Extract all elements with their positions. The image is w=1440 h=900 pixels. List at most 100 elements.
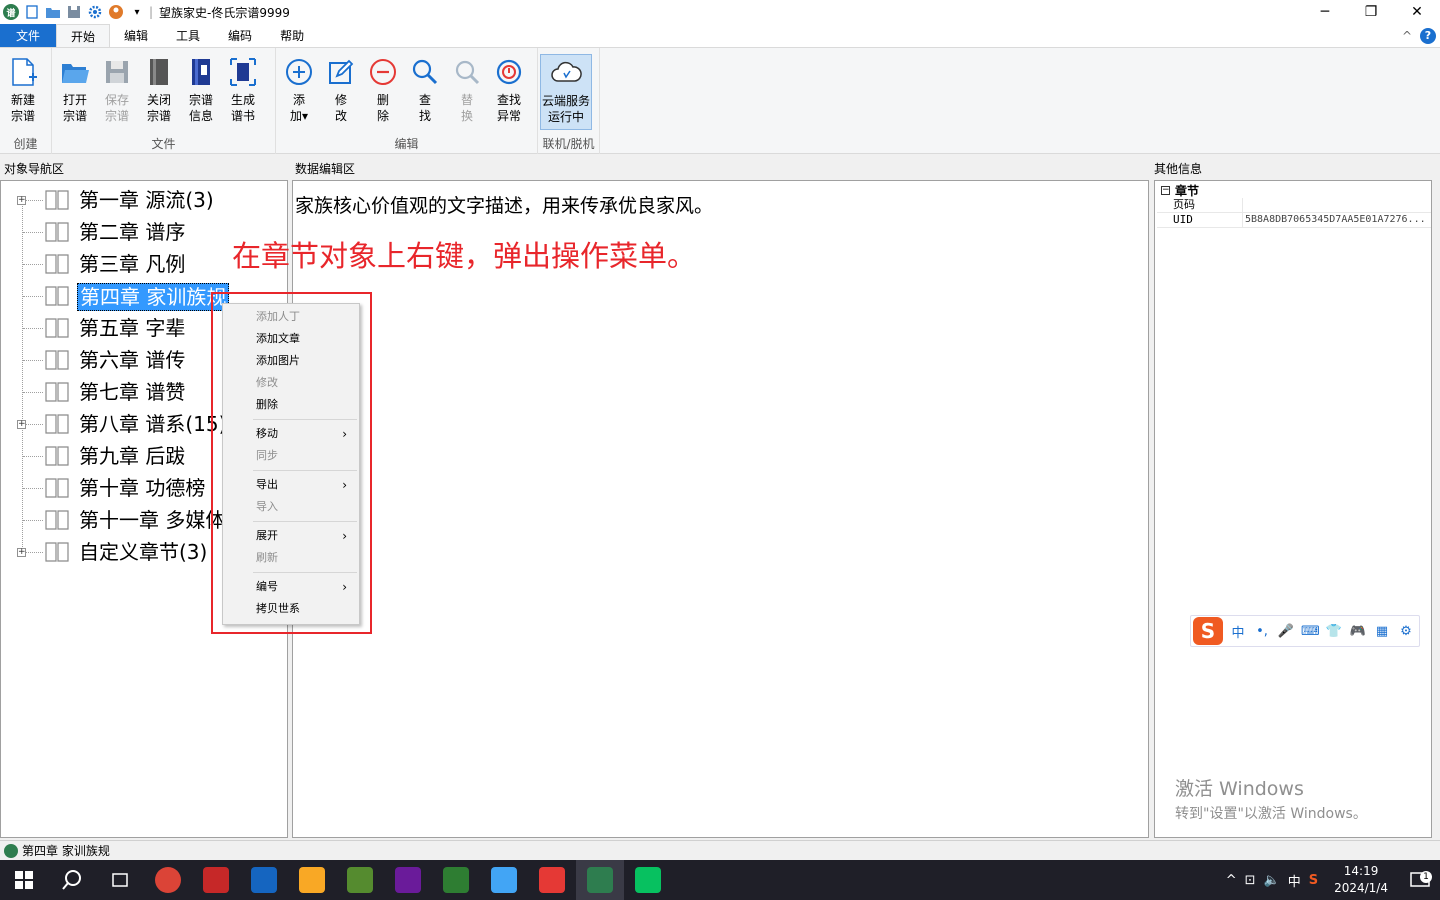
menu-item-label: 刷新: [256, 551, 278, 564]
tree-node-label[interactable]: 第三章 凡例: [77, 251, 187, 277]
user-icon[interactable]: [107, 3, 125, 21]
settings-icon[interactable]: ⚙: [1397, 624, 1415, 639]
tree-node-label[interactable]: 第七章 谱赞: [77, 379, 187, 405]
property-grid[interactable]: − 章节 页码 UID 5B8A8DB7065345D7AA5E01A7276.…: [1157, 183, 1431, 228]
notification-button[interactable]: 1: [1400, 871, 1440, 889]
game-icon[interactable]: 🎮: [1349, 624, 1367, 639]
keyboard-icon[interactable]: ⌨: [1301, 624, 1320, 639]
tree-node-label[interactable]: 第二章 谱序: [77, 219, 187, 245]
collapse-icon[interactable]: −: [1161, 186, 1170, 195]
tree-node-label[interactable]: 第六章 谱传: [77, 347, 187, 373]
expand-icon[interactable]: +: [17, 548, 26, 557]
book-icon: [45, 413, 69, 435]
property-value[interactable]: [1243, 198, 1431, 212]
window-title: 望族家史-佟氏宗谱9999: [159, 5, 290, 20]
ime-toolbar[interactable]: S 中 •, 🎤 ⌨ 👕 🎮 ▦ ⚙: [1190, 615, 1420, 647]
taskbar-app-button[interactable]: [240, 860, 288, 900]
button-label: 宗谱 信息: [188, 93, 213, 123]
open-icon[interactable]: [44, 3, 62, 21]
taskbar-app-button[interactable]: [576, 860, 624, 900]
new-file-icon: [7, 56, 39, 88]
context-menu-item[interactable]: 拷贝世系: [223, 598, 359, 620]
context-menu-item[interactable]: 添加文章: [223, 328, 359, 350]
volume-icon[interactable]: 🔈: [1260, 873, 1284, 888]
ime-punctuation-icon[interactable]: •,: [1253, 624, 1271, 639]
expand-icon[interactable]: +: [17, 196, 26, 205]
new-icon[interactable]: [23, 3, 41, 21]
input-language-icon[interactable]: 中: [1284, 871, 1305, 890]
help-icon[interactable]: ?: [1420, 27, 1436, 44]
tree-node-label[interactable]: 第九章 后跋: [77, 443, 187, 469]
tab-file[interactable]: 文件: [0, 24, 56, 47]
taskbar-app-button[interactable]: [192, 860, 240, 900]
property-category[interactable]: − 章节: [1157, 183, 1431, 198]
show-hidden-icons[interactable]: ^: [1222, 873, 1241, 888]
editor-content[interactable]: 家族核心价值观的文字描述，用来传承优良家风。: [295, 191, 713, 218]
cloud-service-button[interactable]: 云端服务 运行中: [540, 54, 592, 130]
taskbar-app-button[interactable]: [336, 860, 384, 900]
taskbar-app-button[interactable]: [480, 860, 528, 900]
tree-node-label[interactable]: 自定义章节(3): [77, 539, 209, 565]
property-row[interactable]: 页码: [1157, 198, 1431, 213]
context-menu-item[interactable]: 导出 ›: [223, 474, 359, 496]
context-menu-item[interactable]: 展开 ›: [223, 525, 359, 547]
minimize-button[interactable]: ─: [1302, 0, 1348, 24]
notification-count: 1: [1420, 871, 1432, 883]
tree-node-label[interactable]: 第十一章 多媒体: [77, 507, 227, 533]
menu-item-label: 添加图片: [256, 354, 300, 367]
taskbar-app-button[interactable]: [528, 860, 576, 900]
skin-icon[interactable]: 👕: [1325, 624, 1343, 639]
property-row[interactable]: UID 5B8A8DB7065345D7AA5E01A7276...: [1157, 213, 1431, 228]
microphone-icon[interactable]: 🎤: [1277, 624, 1295, 639]
delete-icon: [367, 56, 399, 88]
context-menu-item[interactable]: 添加图片: [223, 350, 359, 372]
submenu-arrow-icon: ›: [342, 478, 347, 492]
activate-subtitle: 转到"设置"以激活 Windows。: [1175, 806, 1367, 822]
clock[interactable]: 14:19 2024/1/4: [1322, 863, 1400, 897]
generate-book-icon: [227, 56, 259, 88]
tab-help[interactable]: 帮助: [266, 24, 318, 47]
taskbar-app-button[interactable]: [288, 860, 336, 900]
save-icon[interactable]: [65, 3, 83, 21]
collapse-ribbon-icon[interactable]: ^: [1402, 29, 1412, 43]
network-icon[interactable]: ⊡: [1241, 873, 1260, 888]
ime-chinese-mode[interactable]: 中: [1229, 622, 1247, 641]
button-label: 添 加▾: [289, 93, 309, 123]
group-online: 云端服务 运行中 联机/脱机: [538, 48, 600, 154]
book-icon: [45, 253, 69, 275]
customize-dropdown-icon[interactable]: ▾: [128, 3, 146, 21]
grid-icon[interactable]: ▦: [1373, 624, 1391, 639]
taskbar-app-button[interactable]: [144, 860, 192, 900]
tree-line: [23, 232, 43, 233]
tree-node-label[interactable]: 第八章 谱系(15): [77, 411, 228, 437]
start-button[interactable]: [0, 860, 48, 900]
tab-start[interactable]: 开始: [56, 24, 111, 47]
sogou-tray-icon[interactable]: S: [1305, 873, 1322, 888]
tab-edit[interactable]: 编辑: [110, 24, 162, 47]
tree-node-label[interactable]: 第十章 功德榜: [77, 475, 207, 501]
tab-tools[interactable]: 工具: [162, 24, 214, 47]
tab-encoding[interactable]: 编码: [214, 24, 266, 47]
tree-node-label[interactable]: 第五章 字辈: [77, 315, 187, 341]
tree-node-label[interactable]: 第四章 家训族规: [77, 283, 230, 311]
context-menu-item[interactable]: 删除: [223, 394, 359, 416]
close-button[interactable]: ✕: [1394, 0, 1440, 24]
app-logo-icon[interactable]: 谱: [2, 3, 20, 21]
search-button[interactable]: [48, 860, 96, 900]
tree-node-label[interactable]: 第一章 源流(3): [77, 187, 216, 213]
task-view-button[interactable]: [96, 860, 144, 900]
property-value[interactable]: 5B8A8DB7065345D7AA5E01A7276...: [1243, 213, 1431, 227]
gear-icon[interactable]: [86, 3, 104, 21]
context-menu-item[interactable]: 移动 ›: [223, 423, 359, 445]
expand-icon[interactable]: +: [17, 420, 26, 429]
data-edit-area[interactable]: 家族核心价值观的文字描述，用来传承优良家风。: [292, 180, 1149, 838]
book-icon: [45, 349, 69, 371]
taskbar-app-button[interactable]: [432, 860, 480, 900]
context-menu-item[interactable]: 编号 ›: [223, 576, 359, 598]
tree-node[interactable]: + 第一章 源流(3): [1, 185, 287, 215]
taskbar-app-button[interactable]: [384, 860, 432, 900]
sogou-logo-icon[interactable]: S: [1193, 617, 1223, 645]
chrome-app-icon: [155, 867, 181, 893]
restore-button[interactable]: ❐: [1348, 0, 1394, 24]
taskbar-app-button[interactable]: [624, 860, 672, 900]
